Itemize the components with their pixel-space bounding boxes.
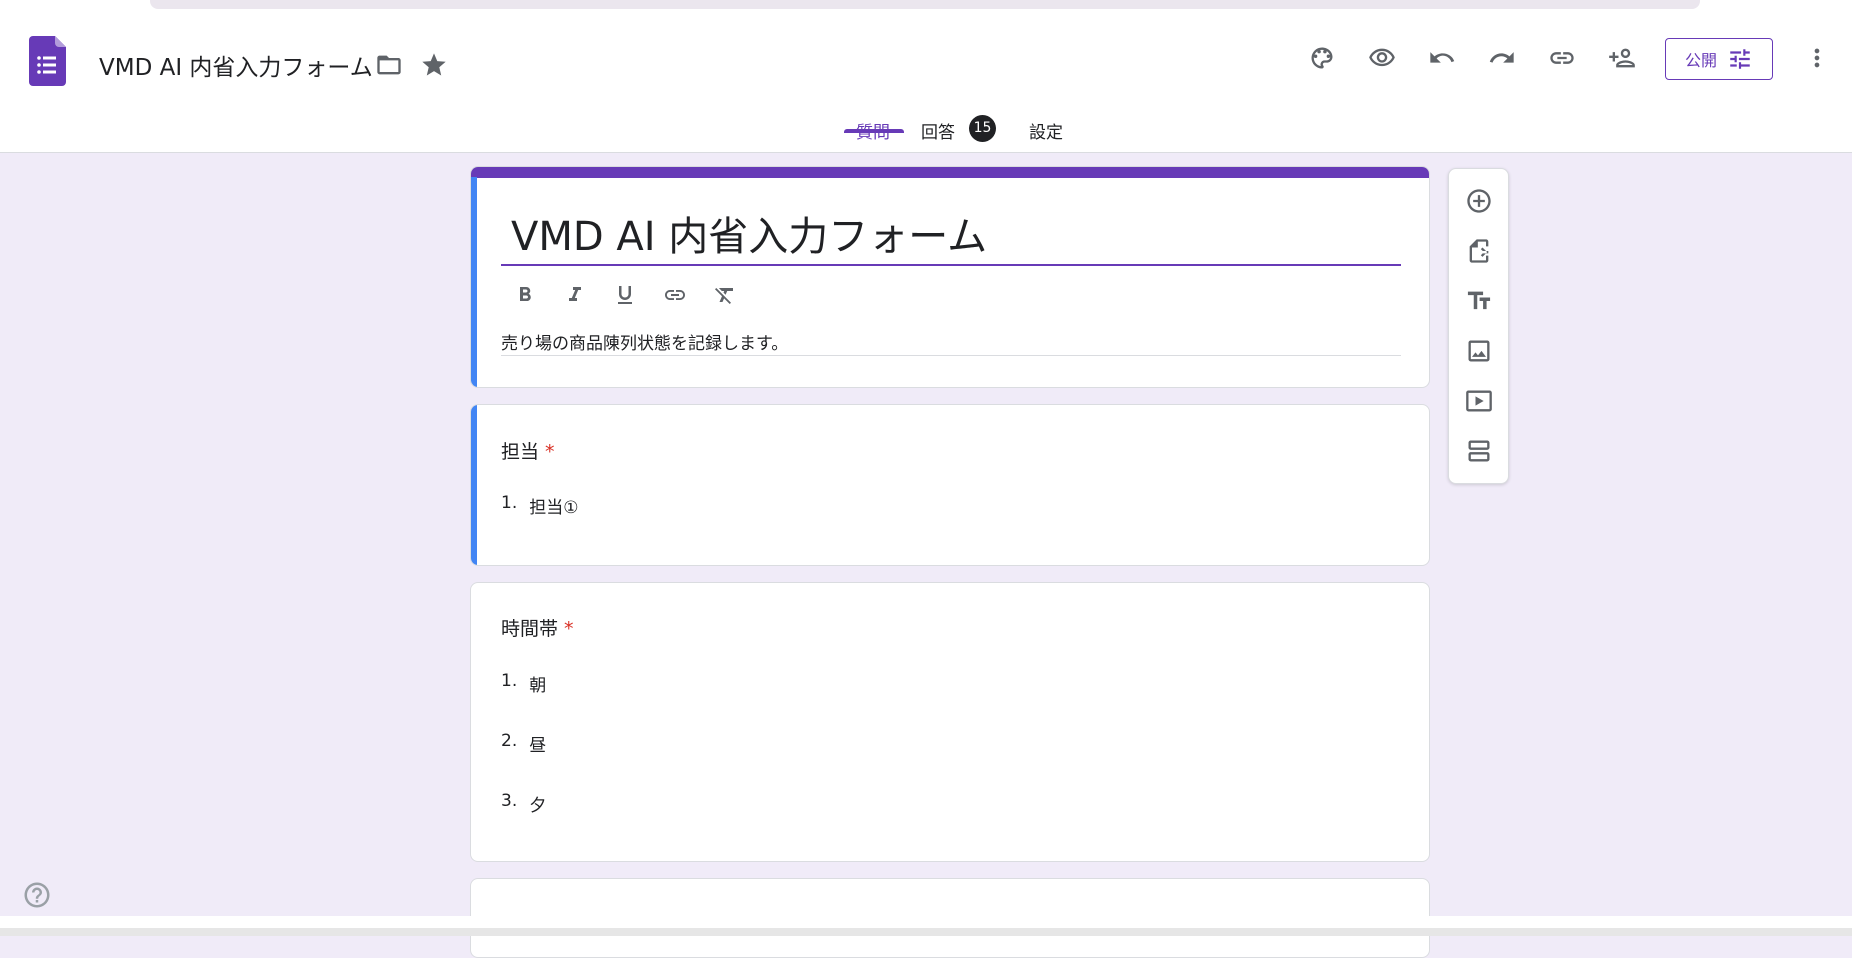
tune-icon xyxy=(1730,49,1750,69)
undo-icon[interactable] xyxy=(1422,38,1462,78)
app-header: VMD AI 内省入力フォーム 公開 質問 回答 15 設定 xyxy=(0,18,1852,153)
forms-logo-icon[interactable] xyxy=(29,36,66,86)
option-label: 朝 xyxy=(529,676,547,696)
tab-responses-label: 回答 xyxy=(921,123,955,143)
focus-indicator-bar xyxy=(471,177,477,387)
italic-icon[interactable] xyxy=(557,277,593,313)
clear-formatting-icon[interactable] xyxy=(707,277,743,313)
option-number: 1. xyxy=(501,671,518,691)
tab-settings[interactable]: 設定 xyxy=(1029,110,1063,152)
link-icon[interactable] xyxy=(1542,38,1582,78)
more-vert-icon[interactable] xyxy=(1797,38,1837,78)
focus-indicator-bar xyxy=(471,405,477,565)
add-video-icon[interactable] xyxy=(1459,381,1499,421)
help-icon[interactable] xyxy=(22,880,52,910)
tab-settings-label: 設定 xyxy=(1029,123,1063,143)
bold-icon[interactable] xyxy=(507,277,543,313)
list-item: 1. 朝 xyxy=(501,671,546,696)
underline-icon[interactable] xyxy=(607,277,643,313)
list-item: 3. 夕 xyxy=(501,791,546,816)
publish-label: 公開 xyxy=(1684,51,1717,70)
description-underline xyxy=(501,355,1401,356)
star-icon[interactable] xyxy=(414,45,454,85)
publish-button[interactable]: 公開 xyxy=(1665,38,1773,80)
option-label: 担当① xyxy=(529,498,579,518)
question-card-tanto[interactable]: 担当 * 1. 担当① xyxy=(470,404,1430,566)
required-mark: * xyxy=(545,441,555,463)
bottom-strip xyxy=(0,916,1852,936)
question-title: 時間帯 * xyxy=(501,614,574,641)
document-title[interactable]: VMD AI 内省入力フォーム xyxy=(99,48,373,82)
browser-strip xyxy=(0,0,1852,19)
title-underline xyxy=(501,264,1401,266)
form-title-card[interactable]: VMD AI 内省入力フォーム 売り場の商品陳列状態を記録します。 xyxy=(470,166,1430,388)
import-questions-icon[interactable] xyxy=(1459,231,1499,271)
option-number: 1. xyxy=(501,493,518,513)
option-label: 夕 xyxy=(529,796,547,816)
add-collaborator-icon[interactable] xyxy=(1602,38,1642,78)
option-number: 3. xyxy=(501,791,518,811)
question-title-text: 担当 xyxy=(501,441,540,463)
palette-icon[interactable] xyxy=(1302,38,1342,78)
responses-count-badge: 15 xyxy=(969,115,996,142)
add-title-icon[interactable] xyxy=(1459,281,1499,321)
list-item: 1. 担当① xyxy=(501,493,578,518)
add-section-icon[interactable] xyxy=(1459,431,1499,471)
option-number: 2. xyxy=(501,731,518,751)
redo-icon[interactable] xyxy=(1482,38,1522,78)
form-title-input[interactable]: VMD AI 内省入力フォーム xyxy=(511,204,987,262)
required-mark: * xyxy=(564,618,574,640)
preview-eye-icon[interactable] xyxy=(1362,38,1402,78)
browser-address-bar[interactable] xyxy=(150,0,1700,9)
question-card-time-slot[interactable]: 時間帯 * 1. 朝 2. 昼 3. 夕 xyxy=(470,582,1430,862)
question-title-text: 時間帯 xyxy=(501,618,559,640)
insert-link-icon[interactable] xyxy=(657,277,693,313)
folder-icon[interactable] xyxy=(369,45,409,85)
floating-toolbar xyxy=(1448,168,1509,484)
active-tab-indicator xyxy=(844,129,904,133)
add-question-icon[interactable] xyxy=(1459,181,1499,221)
list-item: 2. 昼 xyxy=(501,731,546,756)
tab-bar: 質問 回答 15 設定 xyxy=(0,110,1852,152)
tab-responses[interactable]: 回答 15 xyxy=(921,110,996,152)
add-image-icon[interactable] xyxy=(1459,331,1499,371)
option-label: 昼 xyxy=(529,736,547,756)
title-card-accent-bar xyxy=(471,167,1429,178)
question-title: 担当 * xyxy=(501,437,555,464)
form-description-input[interactable]: 売り場の商品陳列状態を記録します。 xyxy=(501,329,788,354)
